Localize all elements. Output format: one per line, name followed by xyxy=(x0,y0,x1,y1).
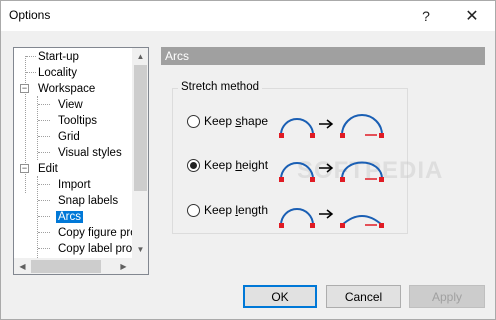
arc-handle xyxy=(310,223,315,228)
arc-handle xyxy=(279,133,284,138)
radio-label: Keep shape xyxy=(204,114,269,128)
tree-item-start-up[interactable]: Start-up xyxy=(36,48,81,64)
tree-content: Start-up Locality − Workspace View Toolt… xyxy=(14,48,132,258)
close-button[interactable]: ✕ xyxy=(449,1,495,31)
arc-shape xyxy=(280,118,314,136)
ok-button[interactable]: OK xyxy=(243,285,317,308)
tree-item-tooltips[interactable]: Tooltips xyxy=(56,112,99,128)
arc-handle xyxy=(310,133,315,138)
options-dialog: Options ? ✕ Start-up Locality − Workspac… xyxy=(0,0,496,320)
radio-button[interactable] xyxy=(187,114,200,128)
scrollbar-corner xyxy=(132,258,148,274)
tree-item-edit[interactable]: Edit xyxy=(36,160,60,176)
radio-keep-height[interactable]: Keep height xyxy=(187,157,268,173)
arc-shape xyxy=(280,162,314,180)
tree-item-grid[interactable]: Grid xyxy=(56,128,82,144)
arc-handle xyxy=(379,133,384,138)
tree-line xyxy=(38,216,50,217)
tree-item-view[interactable]: View xyxy=(56,96,85,112)
tree-line xyxy=(38,152,50,153)
cancel-button[interactable]: Cancel xyxy=(326,285,401,308)
collapse-workspace-icon[interactable]: − xyxy=(20,84,29,93)
title-bar: Options ? ✕ xyxy=(1,1,495,31)
horizontal-scroll-thumb[interactable] xyxy=(31,260,101,273)
options-tree[interactable]: Start-up Locality − Workspace View Toolt… xyxy=(13,47,149,275)
tree-line xyxy=(38,104,50,105)
tree-item-arcs[interactable]: Arcs xyxy=(56,208,83,224)
arc-handle xyxy=(379,223,384,228)
arc-shape xyxy=(280,208,314,226)
arc-handle xyxy=(379,177,384,182)
scroll-up-arrow-icon[interactable]: ▲ xyxy=(132,48,148,65)
tree-item-copy-figure-prop[interactable]: Copy figure prop xyxy=(56,224,132,240)
scroll-down-arrow-icon[interactable]: ▼ xyxy=(132,241,148,258)
tree-line xyxy=(38,120,50,121)
radio-keep-length[interactable]: Keep length xyxy=(187,202,268,218)
arc-shape xyxy=(341,161,383,180)
keep-height-diagram xyxy=(279,161,384,182)
scroll-right-arrow-icon[interactable]: ▶ xyxy=(115,258,132,274)
tree-line xyxy=(37,96,38,160)
arc-shape xyxy=(341,215,383,226)
tree-item-import[interactable]: Import xyxy=(56,176,93,192)
window-title: Options xyxy=(9,8,51,22)
tree-item-visual-styles[interactable]: Visual styles xyxy=(56,144,124,160)
tree-line xyxy=(38,232,50,233)
keep-shape-diagram xyxy=(279,114,384,138)
radio-keep-shape[interactable]: Keep shape xyxy=(187,113,268,129)
keep-length-diagram xyxy=(279,208,384,228)
radio-label: Keep length xyxy=(204,203,269,217)
arc-shape xyxy=(341,114,383,136)
tree-item-snap-labels[interactable]: Snap labels xyxy=(56,192,120,208)
apply-button[interactable]: Apply xyxy=(409,285,485,308)
arc-handle xyxy=(279,177,284,182)
tree-line xyxy=(38,184,50,185)
tree-line xyxy=(38,136,50,137)
arc-handle xyxy=(279,223,284,228)
vertical-scroll-thumb[interactable] xyxy=(134,65,147,191)
tree-line xyxy=(26,56,36,57)
tree-item-locality[interactable]: Locality xyxy=(36,64,79,80)
radio-button-checked[interactable] xyxy=(187,158,200,172)
tree-line xyxy=(38,200,50,201)
tree-item-copy-label-prop[interactable]: Copy label prop xyxy=(56,240,132,256)
tree-horizontal-scrollbar[interactable]: ◀ ▶ xyxy=(14,258,132,274)
arc-handle xyxy=(310,177,315,182)
stretch-method-label: Stretch method xyxy=(178,81,262,93)
scroll-left-arrow-icon[interactable]: ◀ xyxy=(14,258,31,274)
arc-handle xyxy=(340,133,345,138)
arc-handle xyxy=(340,223,345,228)
tree-line xyxy=(37,176,38,258)
radio-label: Keep height xyxy=(204,158,269,172)
radio-button[interactable] xyxy=(187,203,200,217)
tree-item-workspace[interactable]: Workspace xyxy=(36,80,97,96)
collapse-edit-icon[interactable]: − xyxy=(20,164,29,173)
section-title: Arcs xyxy=(161,47,485,65)
tree-line xyxy=(26,72,36,73)
help-button[interactable]: ? xyxy=(403,1,449,31)
tree-vertical-scrollbar[interactable]: ▲ ▼ xyxy=(132,48,148,258)
arc-handle xyxy=(340,177,345,182)
tree-line xyxy=(38,248,50,249)
